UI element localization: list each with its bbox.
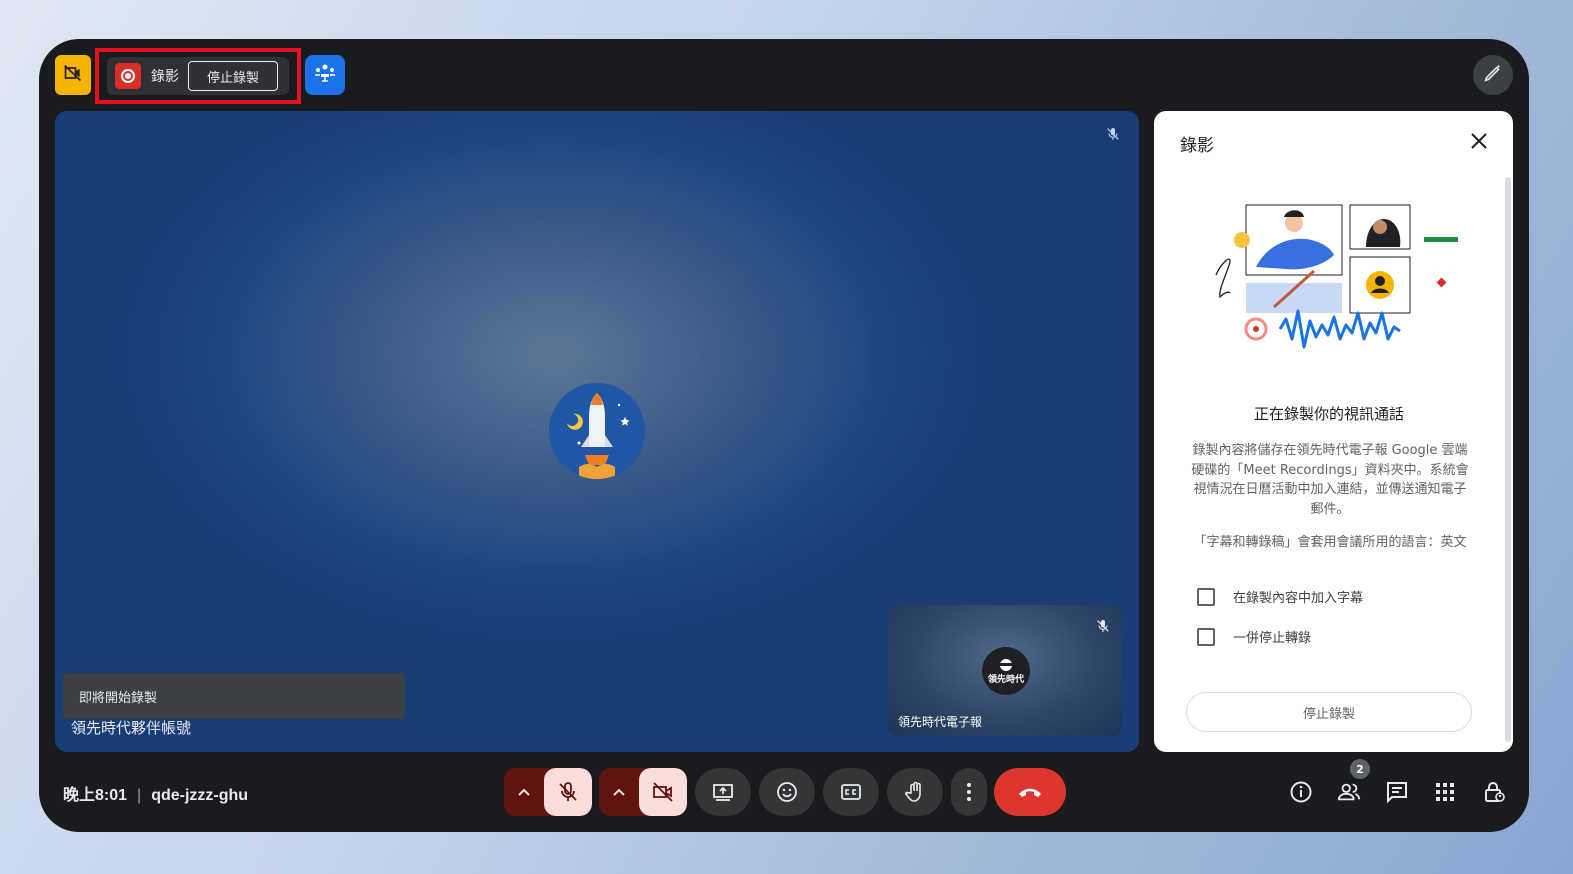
end-call-icon [1019, 788, 1041, 797]
activities-button[interactable] [1433, 780, 1457, 804]
self-view-hidden-button[interactable] [55, 55, 91, 95]
recording-heading: 正在錄製你的視訊通話 [1253, 405, 1404, 423]
people-icon [1337, 783, 1361, 801]
camera-off-icon [653, 782, 673, 802]
chevron-up-icon [613, 788, 625, 796]
main-video-tile[interactable]: 即將開始錄製 領先時代夥伴帳號 領先時代 領先時代電子報 [55, 111, 1139, 752]
chat-button[interactable] [1385, 780, 1409, 804]
mic-off-icon [559, 782, 577, 801]
companion-mode-icon [313, 61, 337, 89]
lock-person-icon [1485, 782, 1505, 802]
people-button[interactable] [1337, 780, 1361, 804]
raise-hand-icon [905, 781, 921, 802]
recording-illustration [1215, 204, 1458, 349]
meeting-details-button[interactable] [1289, 780, 1313, 804]
stop-recording-button[interactable]: 停止錄製 [1186, 692, 1472, 732]
send-reaction-button[interactable] [759, 768, 815, 816]
emoji-icon [777, 782, 797, 802]
self-avatar: 領先時代 [982, 647, 1030, 695]
mic-toggle-button[interactable] [544, 768, 592, 816]
meeting-time-code: 晚上8:01 | qde-jzzz-ghu [63, 787, 249, 804]
info-icon [1290, 781, 1312, 803]
video-settings-button[interactable] [599, 768, 639, 816]
people-count-badge: 2 [1350, 759, 1370, 779]
more-vert-icon [967, 783, 971, 801]
companion-mode-button[interactable] [305, 55, 345, 95]
self-avatar-text: 領先時代 [987, 674, 1024, 685]
mic-control-group [504, 768, 592, 816]
present-screen-icon [713, 784, 733, 801]
mic-off-icon [1102, 123, 1124, 145]
main-participant-name: 領先時代夥伴帳號 [71, 719, 192, 737]
captions-icon [841, 784, 861, 800]
self-view-tile[interactable]: 領先時代 領先時代電子報 [888, 605, 1122, 736]
close-panel-button[interactable] [1467, 131, 1491, 155]
camera-control-group [599, 768, 687, 816]
camera-toggle-button[interactable] [639, 768, 687, 816]
mic-off-icon [1092, 615, 1114, 637]
logo-face-icon [1000, 658, 1012, 671]
self-participant-name: 領先時代電子報 [898, 715, 983, 729]
captions-button[interactable] [823, 768, 879, 816]
leave-call-button[interactable] [994, 768, 1066, 816]
meeting-code: qde-jzzz-ghu [151, 787, 249, 804]
pen-sparkle-icon [1482, 62, 1504, 88]
stop-transcription-checkbox[interactable] [1197, 627, 1215, 646]
video-hidden-icon [63, 63, 83, 87]
annotation-highlight-box [95, 48, 301, 104]
current-time: 晚上8:01 [63, 787, 128, 804]
recording-side-panel: 錄影 正在錄製你的視訊通話 錄製內容將儲存在領先時代電子報 Google 雲端硬… [1154, 111, 1513, 752]
panel-scrollbar[interactable] [1505, 177, 1511, 742]
add-captions-checkbox[interactable] [1197, 587, 1215, 606]
more-options-button[interactable] [951, 768, 987, 816]
close-icon [1470, 132, 1488, 154]
effects-pen-button[interactable] [1473, 55, 1513, 95]
recording-toast: 即將開始錄製 [63, 673, 405, 719]
recording-description: 錄製內容將儲存在領先時代電子報 Google 雲端硬碟的「Meet Record… [1191, 443, 1469, 517]
host-controls-button[interactable] [1482, 780, 1506, 804]
participant-avatar [549, 383, 645, 479]
stop-transcription-checkbox-row[interactable]: 一併停止轉錄 [1197, 627, 1311, 646]
panel-title: 錄影 [1180, 136, 1214, 156]
add-captions-label: 在錄製內容中加入字幕 [1233, 591, 1364, 606]
captions-language-note: 「字幕和轉錄稿」會套用會議所用的語言：英文 [1193, 535, 1467, 550]
meet-window: 錄影 停止錄製 即將開始錄製 領先時代夥伴帳號 領先時代 領先時代電子報 錄影 … [39, 39, 1529, 832]
chevron-up-icon [518, 788, 530, 796]
chat-icon [1387, 782, 1407, 804]
audio-settings-button[interactable] [504, 768, 544, 816]
add-captions-checkbox-row[interactable]: 在錄製內容中加入字幕 [1197, 587, 1363, 606]
raise-hand-button[interactable] [887, 768, 943, 816]
apps-grid-icon [1436, 783, 1454, 801]
present-screen-button[interactable] [695, 768, 751, 816]
stop-transcription-label: 一併停止轉錄 [1233, 631, 1312, 646]
